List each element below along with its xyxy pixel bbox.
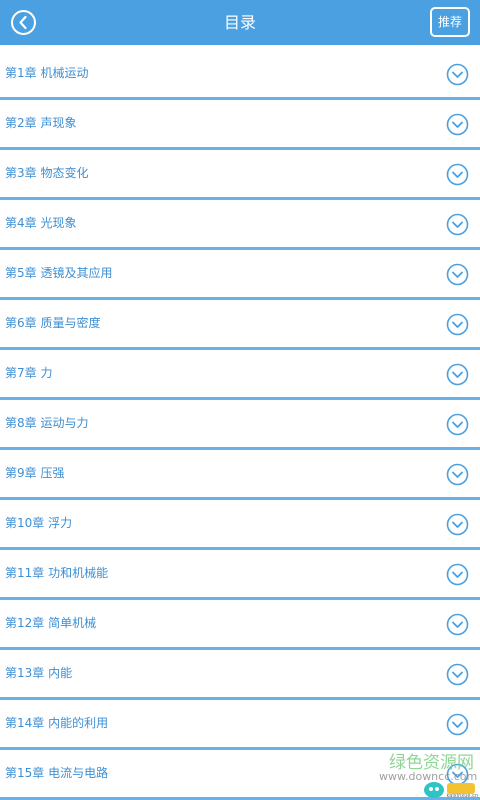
chapter-label: 第3章 物态变化 [5, 166, 89, 180]
chapter-item-9[interactable]: 第9章 压强 [0, 450, 480, 500]
chevron-down-circle-icon[interactable] [446, 163, 469, 186]
chapter-label: 第14章 内能的利用 [5, 716, 109, 730]
chevron-down-circle-icon[interactable] [446, 263, 469, 286]
chevron-down-circle-icon[interactable] [446, 63, 469, 86]
back-circle-icon [11, 10, 36, 35]
chevron-down-circle-icon[interactable] [446, 313, 469, 336]
chevron-down-circle-icon[interactable] [446, 463, 469, 486]
chapter-item-11[interactable]: 第11章 功和机械能 [0, 550, 480, 600]
app-screen: 目录 推荐 第1章 机械运动 第2章 声现象 第3章 物态变化 第4章 光现象 … [0, 0, 480, 800]
page-title: 目录 [223, 13, 256, 32]
chapter-label: 第11章 功和机械能 [5, 566, 109, 580]
chapter-list: 第1章 机械运动 第2章 声现象 第3章 物态变化 第4章 光现象 第5章 透镜… [0, 50, 480, 800]
chapter-label: 第7章 力 [5, 366, 53, 380]
back-button[interactable] [10, 9, 37, 36]
chapter-label: 第13章 内能 [5, 666, 73, 680]
chevron-down-circle-icon[interactable] [446, 713, 469, 736]
chapter-item-14[interactable]: 第14章 内能的利用 [0, 700, 480, 750]
chapter-label: 第1章 机械运动 [5, 66, 89, 80]
chapter-label: 第4章 光现象 [5, 216, 77, 230]
top-bar: 目录 推荐 [0, 0, 480, 45]
chevron-down-circle-icon[interactable] [446, 413, 469, 436]
chevron-down-circle-icon[interactable] [446, 763, 469, 786]
chapter-item-10[interactable]: 第10章 浮力 [0, 500, 480, 550]
chevron-down-circle-icon[interactable] [446, 613, 469, 636]
chapter-label: 第5章 透镜及其应用 [5, 266, 113, 280]
chevron-down-circle-icon[interactable] [446, 363, 469, 386]
chapter-item-7[interactable]: 第7章 力 [0, 350, 480, 400]
chapter-item-8[interactable]: 第8章 运动与力 [0, 400, 480, 450]
chapter-label: 第8章 运动与力 [5, 416, 89, 430]
chapter-item-12[interactable]: 第12章 简单机械 [0, 600, 480, 650]
chapter-label: 第12章 简单机械 [5, 616, 97, 630]
recommend-button[interactable]: 推荐 [430, 7, 470, 37]
chevron-down-circle-icon[interactable] [446, 563, 469, 586]
chapter-label: 第9章 压强 [5, 466, 65, 480]
chapter-item-4[interactable]: 第4章 光现象 [0, 200, 480, 250]
chapter-label: 第15章 电流与电路 [5, 766, 109, 780]
chapter-item-6[interactable]: 第6章 质量与密度 [0, 300, 480, 350]
chapter-item-13[interactable]: 第13章 内能 [0, 650, 480, 700]
chapter-item-1[interactable]: 第1章 机械运动 [0, 50, 480, 100]
chapter-item-3[interactable]: 第3章 物态变化 [0, 150, 480, 200]
chapter-label: 第6章 质量与密度 [5, 316, 101, 330]
back-arrow-icon [19, 15, 27, 30]
chapter-label: 第2章 声现象 [5, 116, 77, 130]
chapter-label: 第10章 浮力 [5, 516, 73, 530]
chevron-down-circle-icon[interactable] [446, 113, 469, 136]
chapter-item-15[interactable]: 第15章 电流与电路 [0, 750, 480, 800]
chapter-item-2[interactable]: 第2章 声现象 [0, 100, 480, 150]
chevron-down-circle-icon[interactable] [446, 663, 469, 686]
chevron-down-circle-icon[interactable] [446, 513, 469, 536]
chapter-item-5[interactable]: 第5章 透镜及其应用 [0, 250, 480, 300]
chevron-down-circle-icon[interactable] [446, 213, 469, 236]
